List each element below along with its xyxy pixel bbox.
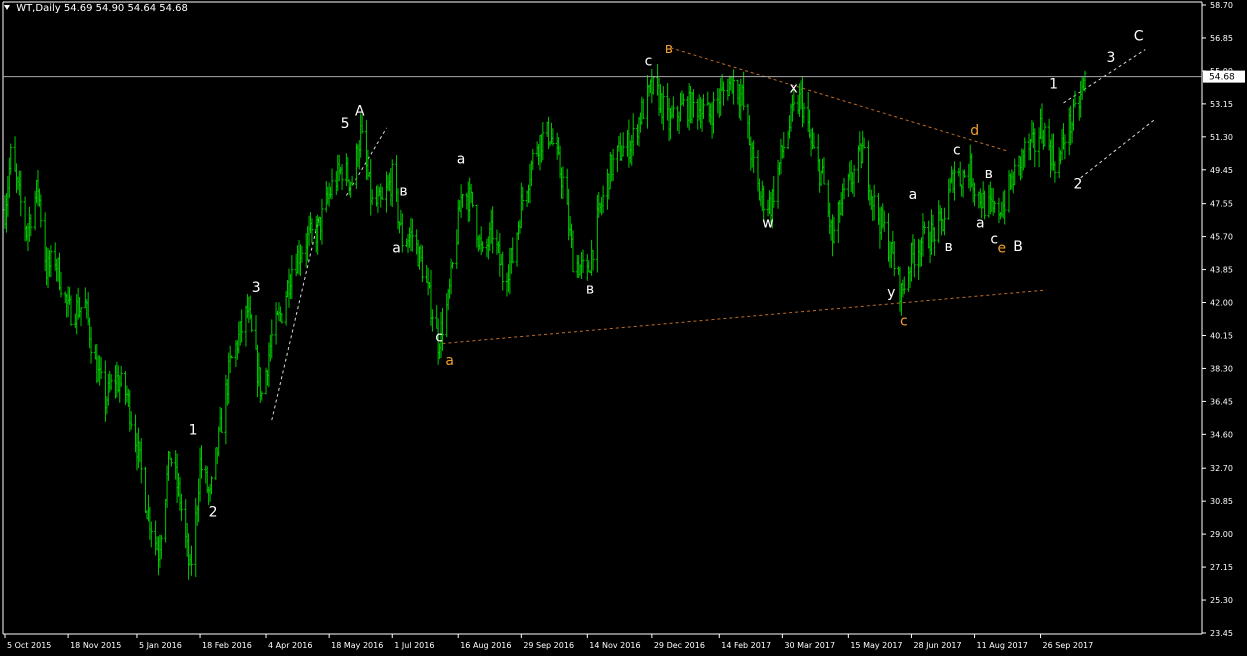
wave-label: 2 [209, 504, 218, 520]
x-tick-label: 5 Jan 2016 [139, 641, 182, 650]
wave-label: c [953, 143, 961, 159]
y-tick-label: 38.30 [1210, 364, 1233, 373]
wave-label: d [970, 123, 979, 139]
y-tick-label: 23.45 [1210, 629, 1233, 638]
wave-label: в [586, 282, 594, 298]
y-tick-label: 53.15 [1210, 100, 1233, 109]
wave-label: a [909, 187, 918, 203]
wave-label: в [399, 184, 407, 200]
x-tick-label: 4 Apr 2016 [268, 641, 312, 650]
wave-label: x [790, 80, 798, 96]
wave-label: a [445, 353, 454, 369]
wave-label: w [762, 216, 773, 232]
x-tick-label: 11 Aug 2017 [977, 641, 1028, 650]
wave-label: C [1134, 29, 1144, 45]
wave-label: a [457, 152, 466, 168]
y-tick-label: 42.00 [1210, 299, 1233, 308]
y-tick-label: 29.00 [1210, 530, 1233, 539]
wave-label: e [998, 241, 1007, 257]
wave-label: в [985, 166, 993, 182]
y-tick-label: 43.85 [1210, 266, 1233, 275]
x-tick-label: 5 Oct 2015 [7, 641, 51, 650]
wave-label: B [1013, 239, 1023, 255]
y-tick-label: 47.55 [1210, 200, 1233, 209]
x-tick-label: 30 Mar 2017 [784, 641, 835, 650]
wave-label: y [887, 285, 895, 301]
wave-label: 5 [341, 116, 350, 132]
wave-label: в [665, 41, 673, 57]
wave-label: 1 [1049, 77, 1058, 93]
wave-label: c [900, 314, 908, 330]
current-price-tag: 54.68 [1203, 70, 1245, 83]
price-chart[interactable]: 58.7056.8555.0053.1551.3049.4547.5545.70… [0, 0, 1247, 656]
x-tick-label: 18 Nov 2015 [70, 641, 121, 650]
x-tick-label: 18 May 2016 [331, 641, 383, 650]
x-tick-label: 26 Sep 2017 [1043, 641, 1094, 650]
wave-label: 2 [1074, 177, 1083, 193]
wave-label: в [944, 239, 952, 255]
x-tick-label: 16 Aug 2016 [460, 641, 511, 650]
x-tick-label: 1 Jul 2016 [394, 641, 434, 650]
wave-label: 3 [1107, 50, 1116, 66]
y-tick-label: 27.15 [1210, 563, 1233, 572]
y-tick-label: 30.85 [1210, 497, 1233, 506]
ohlc-quote: 54.69 54.90 54.64 54.68 [63, 3, 188, 14]
current-price-label: 54.68 [1209, 73, 1235, 83]
chart-background [0, 0, 1247, 656]
x-tick-label: 28 Jun 2017 [913, 641, 961, 650]
y-tick-label: 25.30 [1210, 596, 1233, 605]
y-tick-label: 32.70 [1210, 464, 1233, 473]
x-tick-label: 18 Feb 2016 [202, 641, 252, 650]
y-tick-label: 36.45 [1210, 397, 1233, 406]
x-tick-label: 14 Feb 2017 [721, 641, 771, 650]
y-tick-label: 51.30 [1210, 133, 1233, 142]
wave-label: c [645, 54, 653, 70]
wave-label: c [435, 330, 443, 346]
y-tick-label: 56.85 [1210, 34, 1233, 43]
x-tick-label: 14 Nov 2016 [589, 641, 640, 650]
y-tick-label: 45.70 [1210, 233, 1233, 242]
y-tick-label: 34.60 [1210, 430, 1233, 439]
y-tick-label: 49.45 [1210, 166, 1233, 175]
symbol-header: WT,Daily 54.69 54.90 54.64 54.68 [4, 3, 188, 14]
symbol-name: WT,Daily [16, 3, 61, 14]
wave-label: 1 [189, 422, 198, 438]
y-tick-label: 40.15 [1210, 331, 1233, 340]
wave-label: A [355, 103, 365, 119]
wave-label: 3 [252, 280, 261, 296]
wave-label: a [976, 216, 985, 232]
x-tick-label: 15 May 2017 [850, 641, 902, 650]
x-tick-label: 29 Dec 2016 [654, 641, 705, 650]
y-tick-label: 58.70 [1210, 1, 1233, 10]
collapse-triangle-icon[interactable] [4, 5, 10, 10]
wave-label: a [392, 241, 401, 257]
x-tick-label: 29 Sep 2016 [523, 641, 574, 650]
